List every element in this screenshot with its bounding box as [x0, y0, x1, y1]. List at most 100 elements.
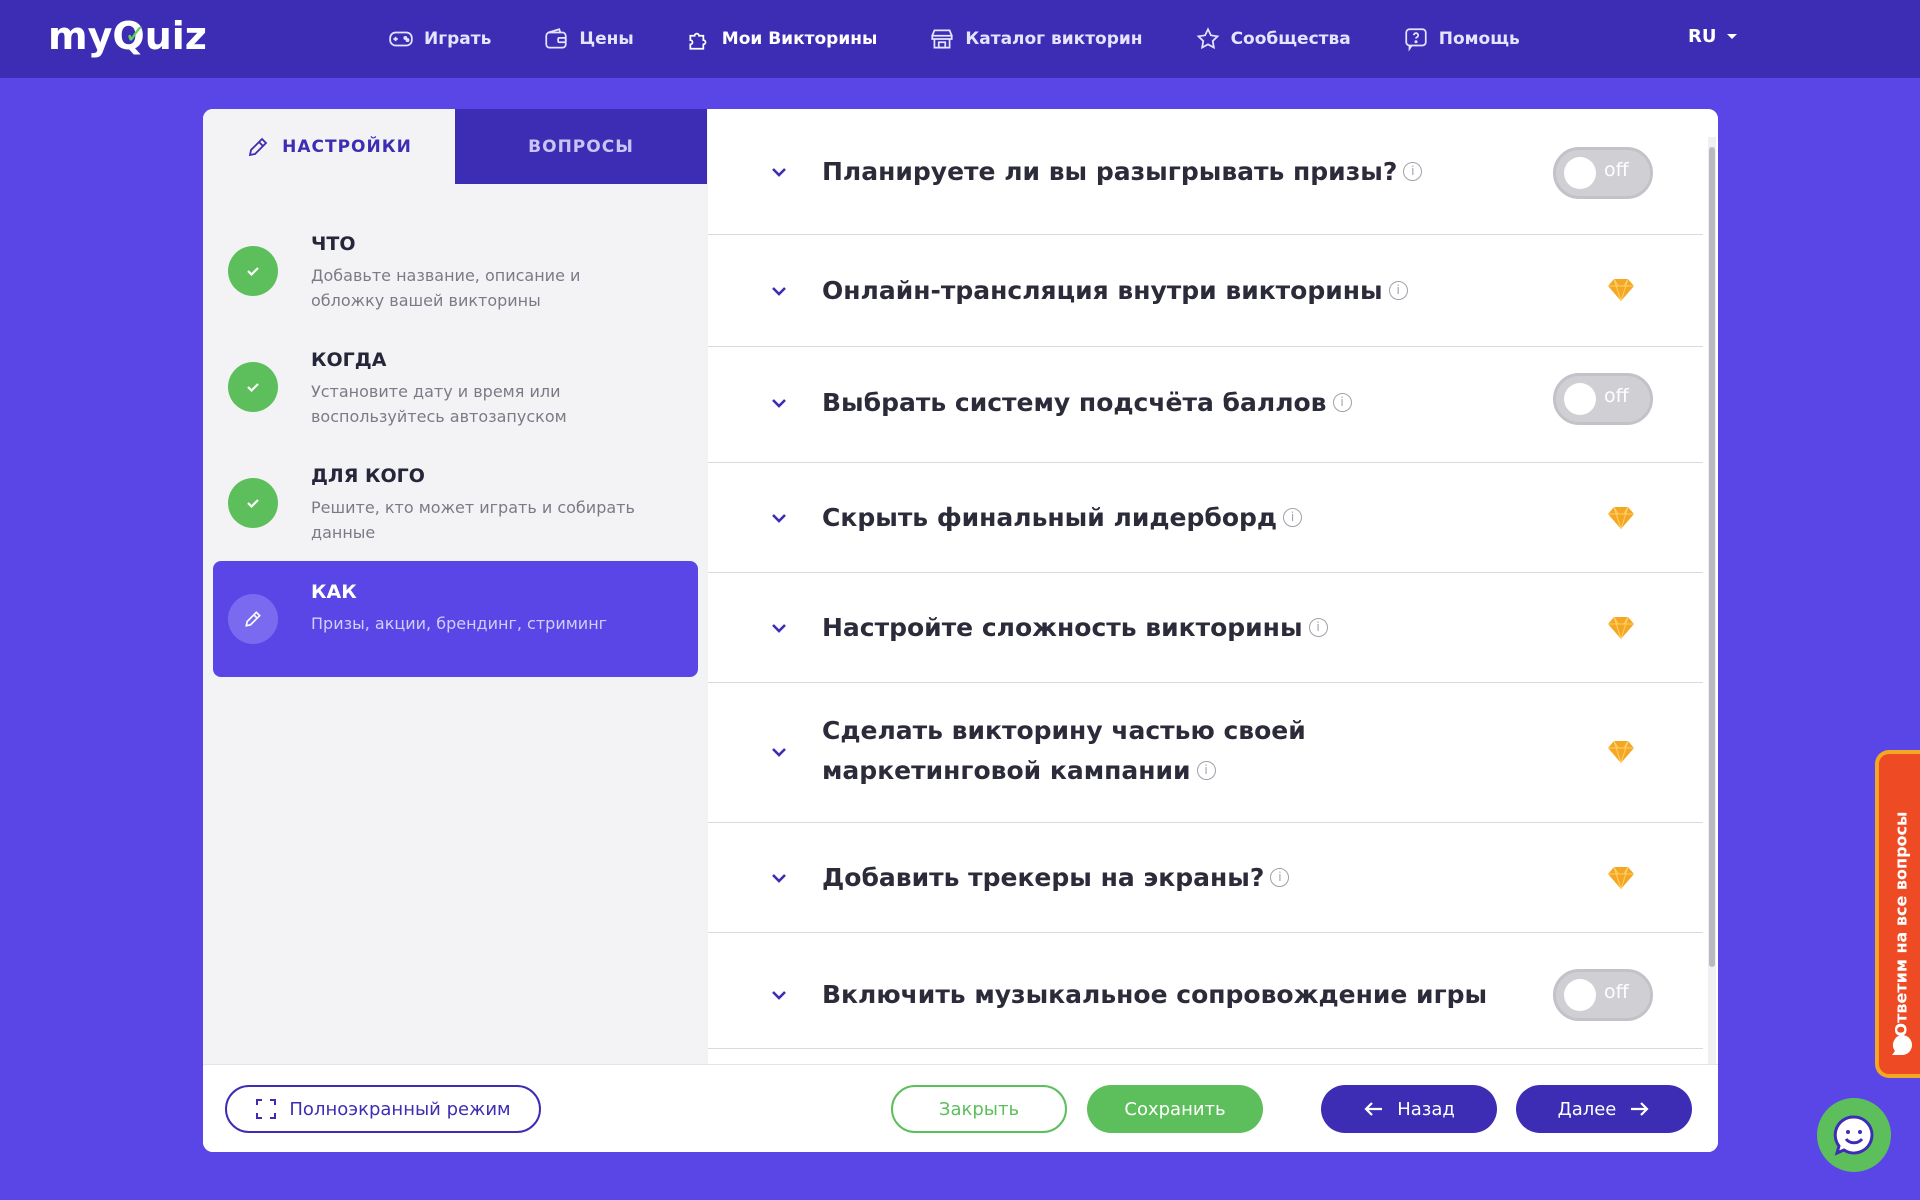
step-title: КОГДА	[311, 349, 387, 371]
nav-item-play[interactable]: Играть	[388, 26, 491, 52]
info-icon[interactable]: i	[1332, 392, 1352, 412]
step-done-badge	[228, 362, 278, 412]
step-title: ЧТО	[311, 233, 356, 255]
chevron-down-icon[interactable]	[768, 617, 790, 639]
setting-row-scoring[interactable]: Выбрать систему подсчёта баллов i off	[708, 347, 1703, 463]
chevron-down-icon[interactable]	[768, 280, 790, 302]
chat-bubble-icon	[1892, 1035, 1912, 1055]
setting-row-trackers[interactable]: Добавить трекеры на экраны? i	[708, 823, 1703, 933]
info-icon[interactable]: i	[1283, 507, 1303, 527]
setting-label-text: Планируете ли вы разыгрывать призы?	[822, 157, 1398, 186]
store-icon	[931, 29, 953, 49]
premium-gem-icon[interactable]	[1606, 865, 1636, 891]
step-when[interactable]: КОГДА Установите дату и время или воспол…	[213, 329, 698, 445]
save-label: Сохранить	[1124, 1098, 1226, 1120]
check-icon	[247, 499, 259, 509]
setting-row-live-stream[interactable]: Онлайн-трансляция внутри викторины i	[708, 235, 1703, 347]
logo-check-icon: ✓	[124, 20, 147, 50]
close-label: Закрыть	[938, 1098, 1020, 1120]
premium-gem-icon[interactable]	[1606, 277, 1636, 303]
help-icon	[1405, 28, 1427, 52]
music-toggle[interactable]: off	[1553, 969, 1653, 1021]
chevron-down-icon[interactable]	[768, 867, 790, 889]
nav-item-my-quizzes[interactable]: Мои Викторины	[686, 26, 878, 52]
nav-item-label: Каталог викторин	[965, 29, 1143, 49]
setting-row-difficulty[interactable]: Настройте сложность викторины i	[708, 573, 1703, 683]
setting-row-prizes[interactable]: Планируете ли вы разыгрывать призы? i off	[708, 109, 1703, 235]
scrollbar-thumb[interactable]	[1709, 147, 1715, 967]
star-icon	[1196, 27, 1219, 50]
main-nav: Играть Цены Мои Викторины Каталог виктор…	[388, 0, 1572, 78]
toggle-state: off	[1604, 159, 1629, 181]
setting-label: Включить музыкальное сопровождение игры	[822, 975, 1522, 1015]
step-title: ДЛЯ КОГО	[311, 465, 425, 487]
info-icon[interactable]: i	[1270, 867, 1290, 887]
setting-label-text: Настройте сложность викторины	[822, 613, 1303, 642]
check-icon	[247, 267, 259, 277]
nav-item-help[interactable]: Помощь	[1403, 26, 1520, 52]
chevron-down-icon[interactable]	[768, 161, 790, 183]
nav-item-label: Мои Викторины	[721, 29, 878, 49]
chevron-down-icon[interactable]	[768, 984, 790, 1006]
step-title: КАК	[311, 581, 357, 603]
tab-settings-label: НАСТРОЙКИ	[282, 136, 412, 157]
premium-gem-icon[interactable]	[1606, 505, 1636, 531]
fullscreen-label: Полноэкранный режим	[289, 1098, 511, 1120]
gamepad-icon	[389, 31, 413, 47]
step-for-whom[interactable]: ДЛЯ КОГО Решите, кто может играть и соби…	[213, 445, 698, 561]
puzzle-icon	[689, 32, 707, 50]
chevron-down-icon[interactable]	[768, 392, 790, 414]
prizes-toggle[interactable]: off	[1553, 147, 1653, 199]
info-icon[interactable]: i	[1196, 760, 1216, 780]
chevron-down-icon[interactable]	[768, 741, 790, 763]
toggle-state: off	[1604, 385, 1629, 407]
nav-item-catalog[interactable]: Каталог викторин	[929, 26, 1143, 52]
setting-label: Планируете ли вы разыгрывать призы? i	[822, 152, 1522, 192]
toggle-state: off	[1604, 981, 1629, 1003]
premium-gem-icon[interactable]	[1606, 739, 1636, 765]
step-done-badge	[228, 478, 278, 528]
scoring-toggle[interactable]: off	[1553, 373, 1653, 425]
logo-text-prefix: my	[48, 14, 113, 58]
chevron-down-icon[interactable]	[768, 507, 790, 529]
language-selector[interactable]: RU	[1688, 26, 1738, 47]
arrow-left-icon	[1364, 1102, 1383, 1116]
info-icon[interactable]: i	[1403, 161, 1423, 181]
wallet-icon	[545, 28, 567, 49]
next-button[interactable]: Далее	[1516, 1085, 1692, 1133]
step-how[interactable]: КАК Призы, акции, брендинг, стриминг	[213, 561, 698, 677]
left-panel: НАСТРОЙКИ ВОПРОСЫ ЧТО Добавьте название,…	[203, 109, 708, 1064]
back-button[interactable]: Назад	[1321, 1085, 1497, 1133]
setting-label: Добавить трекеры на экраны? i	[822, 858, 1522, 898]
nav-item-communities[interactable]: Сообщества	[1195, 26, 1351, 52]
myquiz-logo[interactable]: myQ ✓ uiz	[48, 14, 207, 58]
tab-settings[interactable]: НАСТРОЙКИ	[203, 109, 455, 184]
nav-item-label: Помощь	[1438, 29, 1520, 49]
setting-label-text: Добавить трекеры на экраны?	[822, 863, 1265, 892]
arrow-right-icon	[1631, 1102, 1649, 1116]
setting-row-marketing[interactable]: Сделать викторину частью своей маркетинг…	[708, 683, 1703, 823]
nav-item-label: Цены	[579, 29, 634, 49]
premium-gem-icon[interactable]	[1606, 615, 1636, 641]
chat-assistant-button[interactable]	[1817, 1098, 1891, 1172]
save-button[interactable]: Сохранить	[1087, 1085, 1263, 1133]
toggle-knob	[1564, 157, 1596, 189]
toggle-knob	[1564, 383, 1596, 415]
setting-label: Скрыть финальный лидерборд i	[822, 498, 1522, 538]
feedback-side-tab[interactable]: Ответим на все вопросы	[1875, 750, 1920, 1078]
nav-item-prices[interactable]: Цены	[543, 26, 634, 52]
setting-row-leaderboard[interactable]: Скрыть финальный лидерборд i	[708, 463, 1703, 573]
info-icon[interactable]: i	[1308, 617, 1328, 637]
top-navigation-bar: myQ ✓ uiz Играть Цены Мои Викторины Катало…	[0, 0, 1920, 78]
next-label: Далее	[1557, 1098, 1617, 1120]
info-icon[interactable]: i	[1388, 280, 1408, 300]
close-button[interactable]: Закрыть	[891, 1085, 1067, 1133]
step-active-badge	[228, 594, 278, 644]
tab-questions[interactable]: ВОПРОСЫ	[455, 109, 707, 184]
settings-scrollbar[interactable]	[1708, 137, 1716, 1064]
setting-label-text: Сделать викторину частью своей маркетинг…	[822, 716, 1306, 785]
setting-row-music[interactable]: Включить музыкальное сопровождение игры …	[708, 933, 1703, 1049]
fullscreen-button[interactable]: Полноэкранный режим	[225, 1085, 541, 1133]
step-what[interactable]: ЧТО Добавьте название, описание и обложк…	[213, 213, 698, 329]
logo-text-suffix: uiz	[144, 14, 207, 58]
